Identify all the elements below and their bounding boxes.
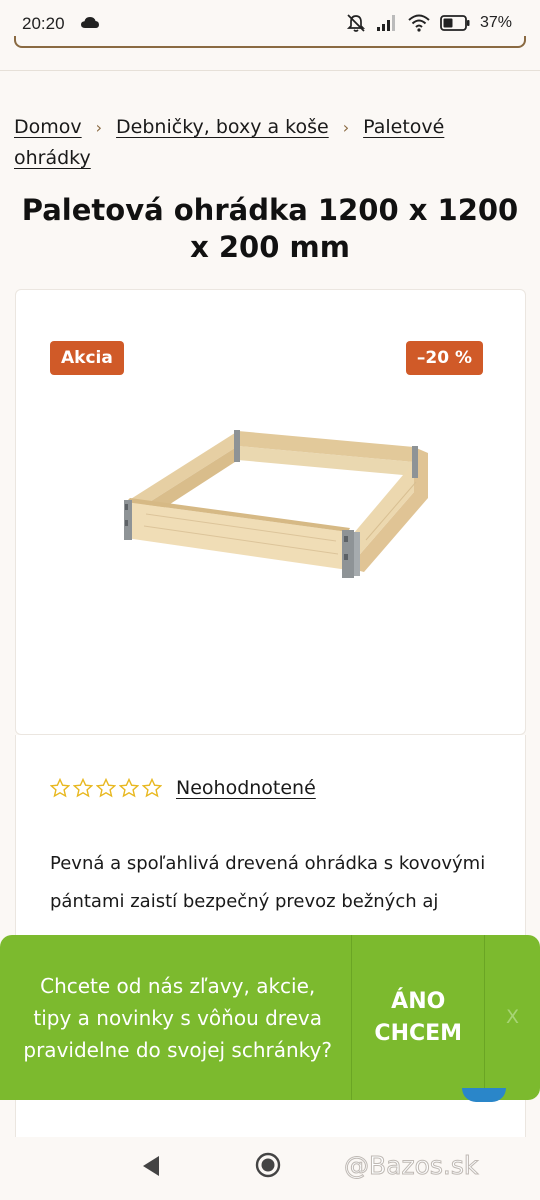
watermark-text: @Bazos.sk (343, 1151, 479, 1181)
star-empty-icon (142, 778, 162, 798)
product-image-pallet-collar[interactable] (116, 420, 436, 590)
rating-row: Neohodnotené (50, 777, 316, 799)
newsletter-close-button[interactable]: X (485, 935, 540, 1100)
sale-badge: Akcia (50, 341, 124, 375)
rating-link[interactable]: Neohodnotené (176, 777, 316, 799)
system-nav-bar: @Bazos.sk (0, 1137, 540, 1200)
discount-badge: –20 % (405, 341, 483, 375)
header-divider (0, 70, 540, 71)
battery-icon (440, 15, 470, 31)
rating-stars (50, 778, 162, 798)
status-bar: 20:20 37% (0, 0, 540, 50)
star-empty-icon (50, 778, 70, 798)
breadcrumb: Domov › Debničky, boxy a koše › Paletové ohr… (14, 112, 514, 174)
product-description: Pevná a spoľahlivá drevená ohrádka s kov… (50, 853, 486, 912)
product-image-card: Akcia –20 % (15, 289, 526, 735)
newsletter-subscribe-button[interactable]: ÁNO CHCEM (352, 986, 484, 1050)
breadcrumb-separator-icon: › (342, 118, 350, 137)
newsletter-text: Chcete od nás zľavy, akcie, tipy a novin… (23, 973, 332, 1062)
signal-icon (376, 15, 395, 31)
star-empty-icon (119, 778, 139, 798)
breadcrumb-link-home[interactable]: Domov (14, 116, 82, 138)
breadcrumb-link-category[interactable]: Debničky, boxy a koše (116, 116, 329, 138)
newsletter-banner: Chcete od nás zľavy, akcie, tipy a novin… (0, 935, 540, 1100)
cloud-icon (81, 17, 99, 28)
breadcrumb-separator-icon: › (95, 118, 103, 137)
home-icon[interactable] (255, 1152, 281, 1178)
back-icon[interactable] (141, 1155, 161, 1177)
star-empty-icon (96, 778, 116, 798)
page-title: Paletová ohrádka 1200 x 1200 x 200 mm (21, 193, 519, 264)
status-time: 20:20 (22, 14, 65, 33)
wifi-icon (408, 14, 430, 32)
header-search-outline[interactable] (14, 36, 526, 48)
battery-percent: 37% (479, 14, 512, 31)
star-empty-icon (73, 778, 93, 798)
status-icons: 37% (346, 13, 512, 33)
mute-icon (346, 14, 366, 32)
